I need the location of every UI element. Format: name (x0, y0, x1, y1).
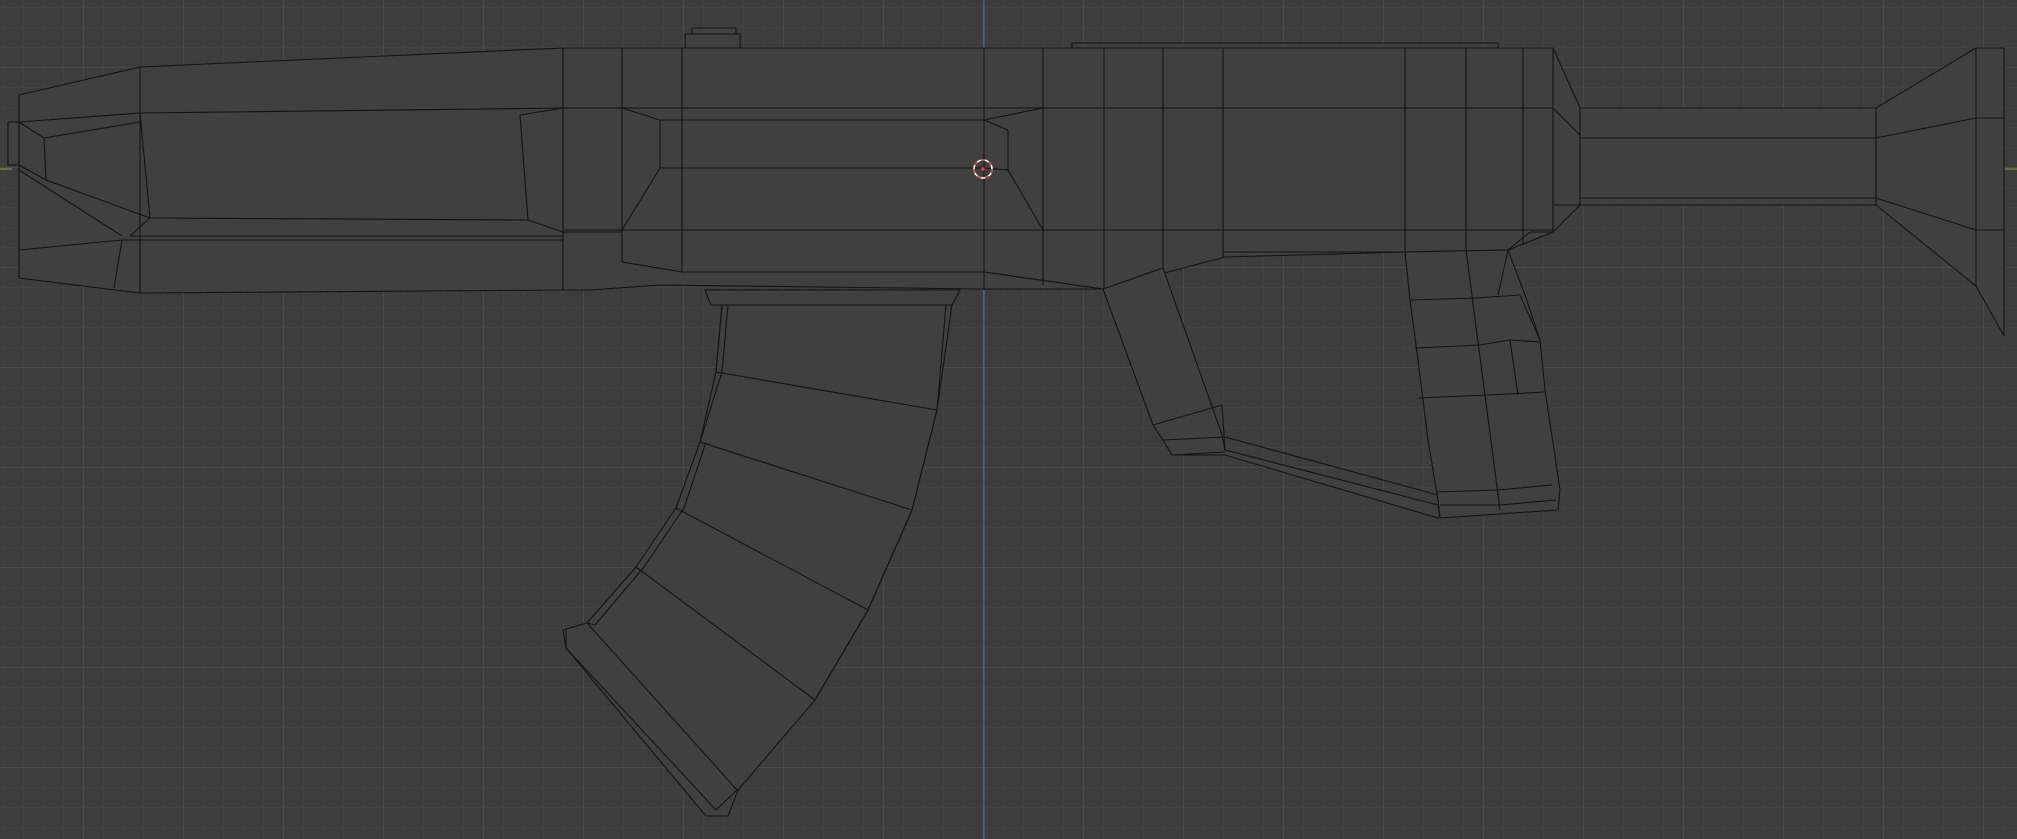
viewport-canvas[interactable] (0, 0, 2017, 839)
handguard[interactable] (1579, 107, 1877, 206)
stock[interactable] (7, 47, 564, 294)
receiver[interactable] (562, 27, 1581, 291)
3d-viewport[interactable] (0, 0, 2017, 839)
